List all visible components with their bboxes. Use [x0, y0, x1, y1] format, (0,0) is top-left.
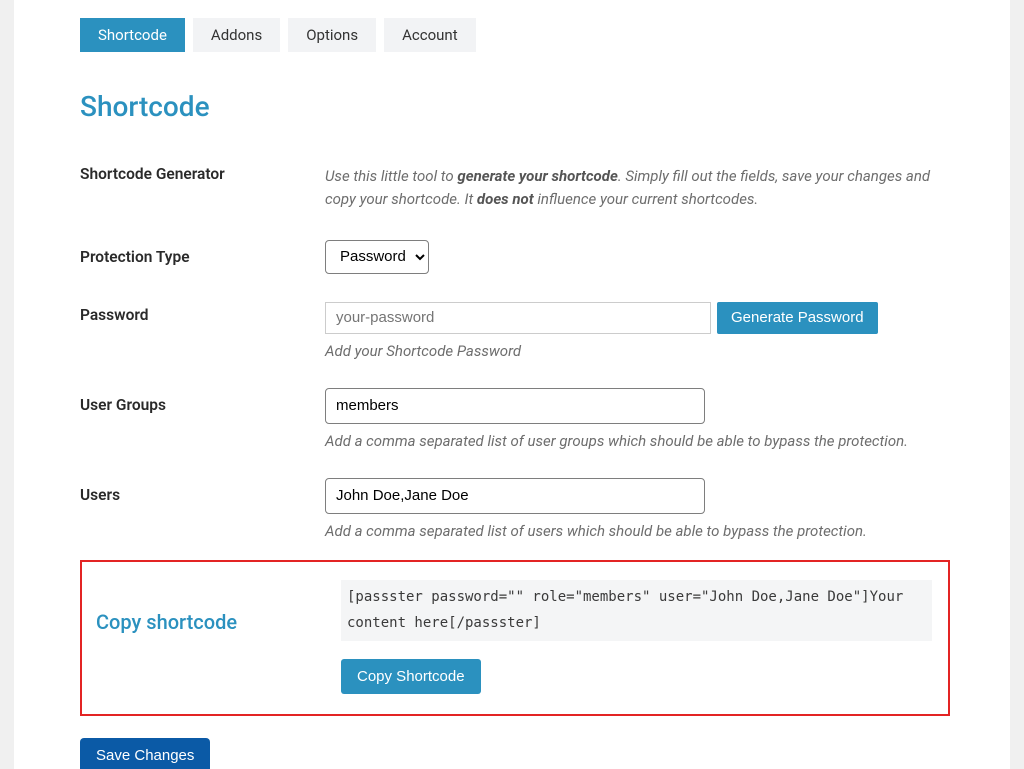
- password-input[interactable]: [325, 302, 711, 334]
- user-groups-label: User Groups: [80, 374, 325, 464]
- password-desc: Add your Shortcode Password: [325, 342, 950, 360]
- copy-shortcode-label: Copy shortcode: [96, 580, 341, 694]
- users-label: Users: [80, 464, 325, 554]
- protection-type-label: Protection Type: [80, 226, 325, 288]
- page-title: Shortcode: [80, 90, 950, 123]
- tab-options[interactable]: Options: [288, 18, 376, 52]
- shortcode-output: [passster password="" role="members" use…: [341, 580, 932, 641]
- generator-intro: Use this little tool to generate your sh…: [325, 167, 930, 208]
- generator-label: Shortcode Generator: [80, 151, 325, 226]
- save-changes-button[interactable]: Save Changes: [80, 738, 210, 769]
- tab-shortcode[interactable]: Shortcode: [80, 18, 185, 52]
- tab-account[interactable]: Account: [384, 18, 476, 52]
- users-desc: Add a comma separated list of users whic…: [325, 522, 950, 540]
- copy-shortcode-section: Copy shortcode [passster password="" rol…: [80, 560, 950, 716]
- users-input[interactable]: [325, 478, 705, 514]
- protection-type-select[interactable]: Password: [325, 240, 429, 274]
- user-groups-desc: Add a comma separated list of user group…: [325, 432, 950, 450]
- password-label: Password: [80, 288, 325, 374]
- copy-shortcode-button[interactable]: Copy Shortcode: [341, 659, 481, 694]
- user-groups-input[interactable]: [325, 388, 705, 424]
- generate-password-button[interactable]: Generate Password: [717, 302, 878, 334]
- tabs: Shortcode Addons Options Account: [80, 18, 950, 52]
- tab-addons[interactable]: Addons: [193, 18, 280, 52]
